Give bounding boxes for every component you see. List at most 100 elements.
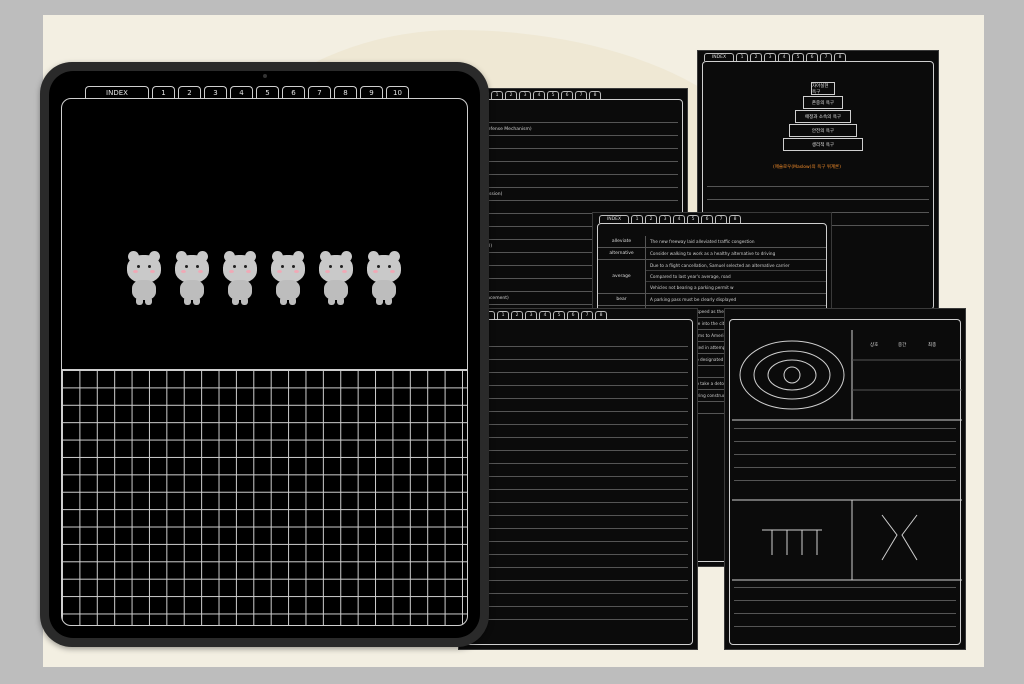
ruled-line (468, 490, 688, 503)
ruled-line (462, 162, 678, 175)
tab-7[interactable]: 7 (308, 86, 331, 98)
ruled-line (468, 607, 688, 620)
vocab-row: alternative Consider walking to work as a… (598, 248, 826, 260)
tab-2[interactable]: 2 (505, 91, 517, 99)
bear-sticker (316, 247, 356, 305)
tab-5[interactable]: 5 (687, 215, 699, 223)
ruled-line (468, 477, 688, 490)
tab-7[interactable]: 7 (581, 311, 593, 319)
tab-4[interactable]: 4 (230, 86, 253, 98)
tab-4[interactable]: 4 (778, 53, 790, 61)
tab-8[interactable]: 8 (729, 215, 741, 223)
ruled-line (468, 568, 688, 581)
ruled-line (462, 110, 678, 123)
tab-10[interactable]: 10 (386, 86, 409, 98)
tab-1[interactable]: 1 (491, 91, 503, 99)
bear-sticker (124, 247, 164, 305)
ruled-line (462, 136, 678, 149)
tab-6[interactable]: 6 (567, 311, 579, 319)
tab-5[interactable]: 5 (792, 53, 804, 61)
tab-1[interactable]: 1 (736, 53, 748, 61)
tab-2[interactable]: 2 (750, 53, 762, 61)
ruled-line (734, 614, 956, 627)
tab-1[interactable]: 1 (631, 215, 643, 223)
tab-index[interactable]: INDEX (599, 215, 629, 223)
ruled-line (468, 347, 688, 360)
tab-5[interactable]: 5 (553, 311, 565, 319)
ruled-line (734, 588, 956, 601)
ruled-line (707, 174, 929, 187)
ruled-line (468, 399, 688, 412)
bear-sticker (364, 247, 404, 305)
tab-6[interactable]: 6 (282, 86, 305, 98)
tab-8[interactable]: 8 (834, 53, 846, 61)
ruled-line (468, 503, 688, 516)
tab-5[interactable]: 5 (256, 86, 279, 98)
vocab-definitions: Due to a flight cancellation, Samuel sel… (646, 260, 826, 293)
bear-sticker (172, 247, 212, 305)
tab-6[interactable]: 6 (806, 53, 818, 61)
vocab-word: bear (598, 294, 646, 305)
ruled-line (468, 594, 688, 607)
tab-7[interactable]: 7 (715, 215, 727, 223)
ruled-lines (734, 416, 956, 481)
tab-4[interactable]: 4 (533, 91, 545, 99)
tab-6[interactable]: 6 (561, 91, 573, 99)
tab-3[interactable]: 3 (764, 53, 776, 61)
sheet-page (463, 319, 693, 645)
vocab-row: average Due to a flight cancellation, Sam… (598, 260, 826, 294)
ecology-header: 중간 (898, 343, 907, 348)
tab-2[interactable]: 2 (178, 86, 201, 98)
ruled-line (734, 429, 956, 442)
tab-9[interactable]: 9 (360, 86, 383, 98)
tab-5[interactable]: 5 (547, 91, 559, 99)
tab-3[interactable]: 3 (519, 91, 531, 99)
ruled-line (468, 542, 688, 555)
ruled-line (734, 416, 956, 429)
planner-tabs: INDEX 1 2 3 4 5 6 7 8 9 10 (85, 84, 409, 98)
tab-7[interactable]: 7 (820, 53, 832, 61)
pyramid-level: 존중의 욕구 (803, 96, 843, 109)
ruled-line (734, 575, 956, 588)
sheet-tabs: INDEX 1 2 3 4 5 6 7 8 (459, 309, 697, 319)
tab-1[interactable]: 1 (152, 86, 175, 98)
tab-4[interactable]: 4 (673, 215, 685, 223)
ruled-line (707, 187, 929, 200)
ruled-line: 방어기제(Defense Mechanism) (462, 123, 678, 136)
tab-7[interactable]: 7 (575, 91, 587, 99)
tab-4[interactable]: 4 (539, 311, 551, 319)
camera-dot (262, 74, 267, 78)
vocab-definitions: Consider walking to work as a healthy al… (646, 248, 826, 259)
ruled-line (468, 438, 688, 451)
tab-8[interactable]: 8 (334, 86, 357, 98)
tab-8[interactable]: 8 (589, 91, 601, 99)
ruled-lines (468, 334, 688, 620)
ruled-line (468, 464, 688, 477)
ecology-header: 최종 (928, 343, 937, 348)
bear-sticker (268, 247, 308, 305)
vocab-row: bear A parking pass must be clearly displ… (598, 294, 826, 306)
tab-1[interactable]: 1 (497, 311, 509, 319)
tab-3[interactable]: 3 (525, 311, 537, 319)
tab-2[interactable]: 2 (511, 311, 523, 319)
vocab-sentence: Compared to last year's average, road (646, 271, 826, 282)
tab-index[interactable]: INDEX (85, 86, 149, 98)
sheet-tabs: INDEX 1 2 3 4 5 6 7 8 (698, 51, 938, 61)
ruled-lines (734, 575, 956, 627)
grid-paper[interactable] (62, 369, 467, 625)
vocab-word: average (598, 260, 646, 293)
tab-3[interactable]: 3 (204, 86, 227, 98)
vocab-row: alleviate The new freeway laid alleviated… (598, 236, 826, 248)
tab-index[interactable]: INDEX (704, 53, 734, 61)
tab-3[interactable]: 3 (659, 215, 671, 223)
tab-8[interactable]: 8 (595, 311, 607, 319)
ruled-line: 퇴행(Regression) (462, 188, 678, 201)
ruled-line (468, 386, 688, 399)
planner-page (61, 98, 468, 626)
tablet-device: INDEX 1 2 3 4 5 6 7 8 9 10 (40, 62, 489, 647)
ruled-line (462, 149, 678, 162)
vocab-definitions: The new freeway laid alleviated traffic … (646, 236, 826, 247)
tab-6[interactable]: 6 (701, 215, 713, 223)
ruled-line (468, 412, 688, 425)
tab-2[interactable]: 2 (645, 215, 657, 223)
